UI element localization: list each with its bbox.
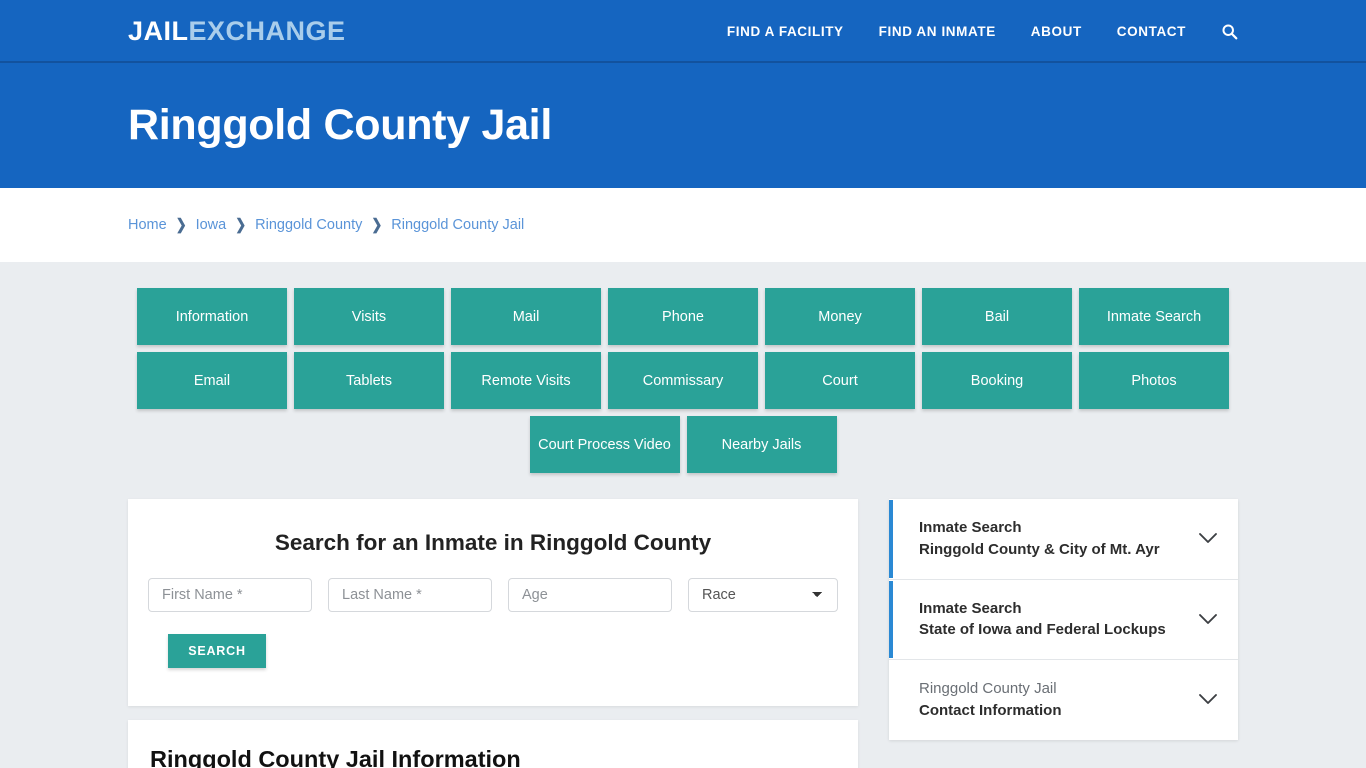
accordion-item-inmate-search-county[interactable]: Inmate Search Ringgold County & City of … — [889, 499, 1238, 580]
breadcrumb-strip: Home ❯ Iowa ❯ Ringgold County ❯ Ringgold… — [0, 188, 1366, 262]
breadcrumb-item-ringgold-county-jail[interactable]: Ringgold County Jail — [391, 217, 524, 233]
accordion-item-line2: Ringgold County & City of Mt. Ayr — [919, 540, 1160, 558]
breadcrumb-separator-icon: ❯ — [371, 215, 383, 234]
inmate-search-heading: Search for an Inmate in Ringgold County — [274, 530, 712, 555]
right-column: Inmate Search Ringgold County & City of … — [889, 499, 1238, 740]
accordion-item-inmate-search-state[interactable]: Inmate Search State of Iowa and Federal … — [889, 580, 1238, 660]
accordion-item-line2: State of Iowa and Federal Lockups — [919, 621, 1166, 639]
nav-item-about[interactable]: ABOUT — [1031, 24, 1082, 39]
chevron-down-icon[interactable] — [1198, 532, 1218, 545]
last-name-input[interactable] — [328, 578, 492, 612]
nav-item-contact[interactable]: CONTACT — [1117, 24, 1186, 39]
search-icon[interactable] — [1221, 23, 1238, 40]
accordion-item-line1: Inmate Search — [919, 599, 1022, 617]
sidebar-accordion: Inmate Search Ringgold County & City of … — [889, 499, 1238, 740]
page-title: Ringgold County Jail — [128, 100, 552, 149]
chevron-down-icon[interactable] — [1198, 613, 1218, 626]
site-logo[interactable]: JAILEXCHANGE — [128, 18, 346, 45]
tile-visits[interactable]: Visits — [294, 288, 444, 345]
chevron-down-icon[interactable] — [1198, 693, 1218, 706]
tile-nearby-jails[interactable]: Nearby Jails — [686, 416, 837, 473]
logo-primary-text: JAIL — [128, 16, 189, 46]
tile-inmate-search[interactable]: Inmate Search — [1079, 288, 1229, 345]
nav-item-find-a-facility[interactable]: FIND A FACILITY — [727, 24, 844, 39]
tile-court-process-video[interactable]: Court Process Video — [529, 416, 680, 473]
inmate-search-form: Race — [148, 578, 838, 612]
tile-photos[interactable]: Photos — [1079, 352, 1229, 409]
accordion-item-text: Inmate Search State of Iowa and Federal … — [919, 598, 1166, 642]
breadcrumb: Home ❯ Iowa ❯ Ringgold County ❯ Ringgold… — [128, 215, 524, 234]
tile-commissary[interactable]: Commissary — [608, 352, 758, 409]
search-submit-button[interactable]: SEARCH — [168, 634, 266, 668]
accordion-item-line1: Ringgold County Jail — [919, 680, 1057, 697]
primary-nav: FIND A FACILITY FIND AN INMATE ABOUT CON… — [727, 23, 1238, 40]
first-name-input[interactable] — [148, 578, 312, 612]
accordion-item-line2: Contact Information — [919, 701, 1062, 719]
facility-section-tiles: Information Visits Mail Phone Money Bail… — [134, 288, 1232, 473]
inmate-search-card: Search for an Inmate in Ringgold County … — [128, 499, 858, 706]
race-select[interactable]: Race — [688, 578, 838, 612]
accordion-item-line1: Inmate Search — [919, 519, 1022, 536]
left-column: Search for an Inmate in Ringgold County … — [128, 499, 858, 768]
tile-tablets[interactable]: Tablets — [294, 352, 444, 409]
top-navigation-bar: JAILEXCHANGE FIND A FACILITY FIND AN INM… — [0, 0, 1366, 63]
age-input[interactable] — [508, 578, 672, 612]
jail-information-heading: Ringgold County Jail Information — [150, 746, 521, 768]
breadcrumb-item-ringgold-county[interactable]: Ringgold County — [255, 217, 362, 233]
nav-item-find-an-inmate[interactable]: FIND AN INMATE — [879, 24, 996, 39]
accordion-item-text: Ringgold County Jail Contact Information — [919, 678, 1062, 722]
breadcrumb-item-home[interactable]: Home — [128, 217, 167, 233]
logo-secondary-text: EXCHANGE — [188, 16, 346, 46]
content-columns: Search for an Inmate in Ringgold County … — [128, 499, 1238, 768]
hero-banner: Ringgold County Jail — [0, 63, 1366, 188]
tile-information[interactable]: Information — [137, 288, 287, 345]
breadcrumb-item-iowa[interactable]: Iowa — [196, 217, 227, 233]
tile-email[interactable]: Email — [137, 352, 287, 409]
breadcrumb-separator-icon: ❯ — [175, 215, 187, 234]
accordion-item-text: Inmate Search Ringgold County & City of … — [919, 517, 1160, 561]
accordion-item-contact-information[interactable]: Ringgold County Jail Contact Information — [889, 660, 1238, 740]
tile-bail[interactable]: Bail — [922, 288, 1072, 345]
tile-booking[interactable]: Booking — [922, 352, 1072, 409]
breadcrumb-separator-icon: ❯ — [235, 215, 247, 234]
tile-court[interactable]: Court — [765, 352, 915, 409]
tile-phone[interactable]: Phone — [608, 288, 758, 345]
jail-information-card: Ringgold County Jail Information — [128, 720, 858, 768]
tile-mail[interactable]: Mail — [451, 288, 601, 345]
tile-money[interactable]: Money — [765, 288, 915, 345]
main-content: Information Visits Mail Phone Money Bail… — [0, 262, 1366, 768]
tile-remote-visits[interactable]: Remote Visits — [451, 352, 601, 409]
